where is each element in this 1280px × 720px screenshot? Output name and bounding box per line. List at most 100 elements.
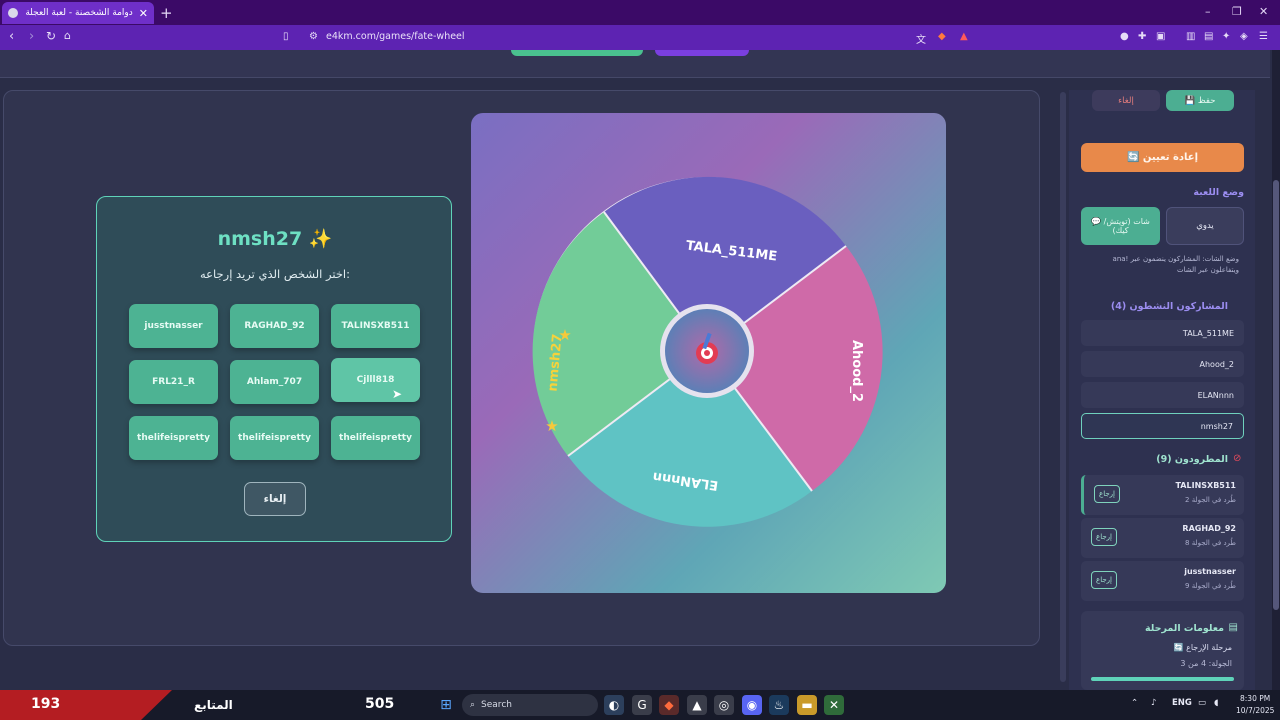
sidebar-scrollbar[interactable]	[1060, 92, 1066, 682]
leo-icon[interactable]: ✦	[1222, 31, 1230, 42]
dialog-cancel-button[interactable]: إلغاء	[244, 482, 306, 516]
return-player-button[interactable]: إرجاع	[1091, 528, 1117, 546]
app-icon[interactable]: G	[632, 695, 652, 715]
eliminated-player-item: TALINSXB511 طُرد في الجولة 2 إرجاع	[1081, 475, 1244, 515]
eliminated-round: طُرد في الجولة 2	[1185, 496, 1236, 504]
site-info-icon[interactable]: ⚙	[309, 31, 318, 42]
file-explorer-icon[interactable]: ▬	[797, 695, 817, 715]
player-choice-button-hovered[interactable]: Cjlll818	[331, 358, 420, 402]
back-icon[interactable]: ‹	[9, 29, 14, 44]
puzzle-icon[interactable]: ✚	[1138, 31, 1146, 42]
mode-note: وضع الشات: المشاركون ينضمون عبر !ana ويت…	[1112, 255, 1239, 274]
volume-icon[interactable]: ◖	[1214, 698, 1218, 708]
forward-icon[interactable]: ›	[29, 29, 34, 44]
maximize-button[interactable]: ❐	[1232, 5, 1242, 18]
active-player-item[interactable]: ELANnnn	[1081, 382, 1244, 408]
player-choice-button[interactable]: jusstnasser	[129, 304, 218, 348]
fate-wheel[interactable]: TALA_511ME Ahood_2 ELANnnn nmsh27 ★ ★	[531, 175, 883, 527]
eliminated-name: TALINSXB511	[1175, 481, 1236, 490]
stage-info-title: معلومات المرحلة	[1145, 623, 1224, 634]
save-button[interactable]: 💾 حفظ	[1166, 90, 1234, 111]
game-mode-title: وضع اللعبة	[1193, 187, 1244, 198]
wallet-icon[interactable]: ▤	[1204, 31, 1213, 42]
bookmark-icon[interactable]: ▯	[283, 31, 289, 42]
score-mid: 505	[365, 696, 395, 712]
active-player-item[interactable]: TALA_511ME	[1081, 320, 1244, 346]
new-tab-button[interactable]: +	[160, 4, 173, 22]
vpn-icon[interactable]: ◈	[1240, 31, 1248, 42]
menu-icon[interactable]: ☰	[1259, 31, 1268, 42]
app-icon[interactable]: ◎	[714, 695, 734, 715]
active-player-item[interactable]: Ahood_2	[1081, 351, 1244, 377]
app-icon[interactable]: ▲	[687, 695, 707, 715]
page-content: nmsh27 ✨ اختر الشخص الذي تريد إرجاعه: ju…	[0, 50, 1280, 690]
tab-close-button[interactable]: ✕	[139, 7, 148, 20]
eliminated-name: jusstnasser	[1184, 567, 1236, 576]
top-button-purple[interactable]	[655, 50, 749, 56]
score-left: 193	[31, 696, 61, 712]
minimize-button[interactable]: –	[1205, 5, 1211, 18]
url-field[interactable]: e4km.com/games/fate-wheel	[326, 31, 465, 42]
brave-browser-icon[interactable]: ◆	[659, 695, 679, 715]
player-choice-button[interactable]: thelifeispretty	[230, 416, 319, 460]
player-choice-button[interactable]: TALINSXB511	[331, 304, 420, 348]
language-indicator[interactable]: ENG	[1172, 698, 1192, 708]
return-player-dialog: nmsh27 ✨ اختر الشخص الذي تريد إرجاعه: ju…	[96, 196, 452, 542]
player-choice-button[interactable]: thelifeispretty	[129, 416, 218, 460]
search-placeholder: Search	[481, 700, 512, 710]
discord-icon[interactable]: ◉	[742, 695, 762, 715]
network-icon[interactable]: ▭	[1198, 698, 1206, 708]
translate-icon[interactable]: 文	[916, 31, 926, 46]
taskbar: 193 المتابع 505 ⊞ ⌕ Search ◐ G ◆ ▲ ◎ ◉ ♨…	[0, 690, 1280, 720]
active-players-title: المشاركون النشطون (4)	[1110, 301, 1228, 312]
tab-favicon-icon	[8, 8, 18, 18]
mic-icon[interactable]: ♪	[1151, 698, 1156, 708]
sidebar-cancel-button[interactable]: إلغاء	[1092, 90, 1160, 111]
brave-shield-icon[interactable]: ◆	[938, 31, 946, 42]
steam-icon[interactable]: ♨	[769, 695, 789, 715]
active-player-item-selected[interactable]: nmsh27	[1081, 413, 1244, 439]
stage-info-card: معلومات المرحلة ▤ 🔄 مرحلة الإرجاع الجولة…	[1081, 611, 1244, 690]
brave-rewards-icon[interactable]: ▲	[960, 31, 968, 42]
player-choice-button[interactable]: thelifeispretty	[331, 416, 420, 460]
home-icon[interactable]: ⌂	[64, 29, 71, 42]
star-icon: ★	[545, 417, 558, 435]
taskbar-search[interactable]: ⌕ Search	[462, 694, 598, 716]
windows-start-icon[interactable]: ⊞	[436, 695, 456, 715]
no-entry-icon: ⊘	[1233, 453, 1242, 464]
dialog-subtitle: اختر الشخص الذي تريد إرجاعه:	[200, 267, 350, 281]
screenshot-icon[interactable]: ▣	[1156, 31, 1165, 42]
reload-icon[interactable]: ↻	[46, 29, 56, 43]
app-icon[interactable]: ◐	[604, 695, 624, 715]
tab-title: دوامة الشخصنة - لعبة العجلة والد...	[24, 8, 133, 18]
eliminated-title: المطرودون (9)	[1156, 454, 1228, 465]
tray-chevron-icon[interactable]: ⌃	[1131, 698, 1138, 708]
clock-date[interactable]: 10/7/2025	[1236, 706, 1274, 715]
browser-tab[interactable]: دوامة الشخصنة - لعبة العجلة والد... ✕	[2, 2, 154, 24]
extension-icon[interactable]: ●	[1120, 31, 1129, 42]
reset-button[interactable]: 🔄 إعادة تعيين	[1081, 143, 1244, 172]
overlay-score-banner	[0, 690, 172, 720]
return-player-button[interactable]: إرجاع	[1094, 485, 1120, 503]
mode-manual-button[interactable]: يدوي	[1166, 207, 1244, 245]
page-scrollbar-thumb[interactable]	[1273, 180, 1279, 610]
chart-icon: ▤	[1228, 622, 1238, 633]
eliminated-name: RAGHAD_92	[1182, 524, 1236, 533]
player-choice-button[interactable]: RAGHAD_92	[230, 304, 319, 348]
stage-progress-bar	[1091, 677, 1234, 681]
segment-label: Ahood_2	[849, 340, 864, 402]
clock-time[interactable]: 8:30 PM	[1240, 694, 1270, 703]
eliminated-round: طُرد في الجولة 9	[1185, 582, 1236, 590]
address-bar: ‹ › ↻ ⌂ ▯ ⚙ e4km.com/games/fate-wheel 文 …	[0, 25, 1280, 50]
return-player-button[interactable]: إرجاع	[1091, 571, 1117, 589]
player-choice-button[interactable]: Ahlam_707	[230, 360, 319, 404]
close-window-button[interactable]: ✕	[1259, 5, 1268, 18]
search-icon: ⌕	[470, 700, 476, 710]
mode-chat-button[interactable]: 💬 شات (تويتش/كيك)	[1081, 207, 1160, 245]
app-icon[interactable]: ✕	[824, 695, 844, 715]
stage-round: الجولة: 4 من 3	[1180, 659, 1232, 668]
sidebar-toggle-icon[interactable]: ▥	[1186, 31, 1195, 42]
mouse-cursor-icon: ➤	[392, 387, 403, 401]
top-button-green[interactable]	[511, 50, 643, 56]
player-choice-button[interactable]: FRL21_R	[129, 360, 218, 404]
